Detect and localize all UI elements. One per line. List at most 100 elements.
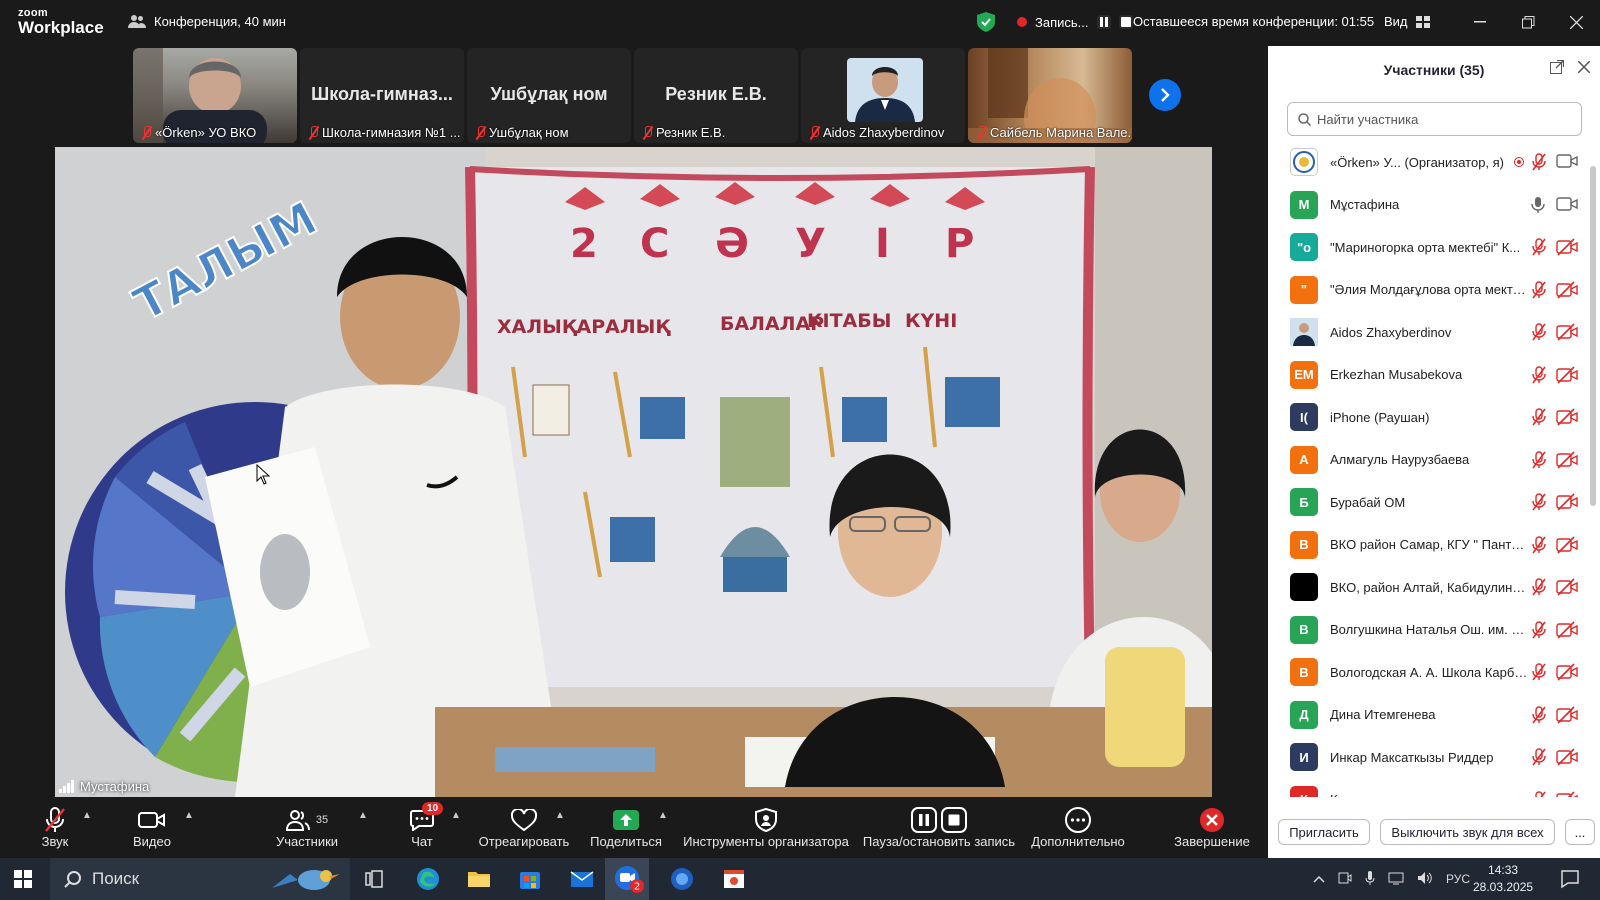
more-button[interactable]: Дополнительно — [1028, 800, 1128, 858]
pause-recording-button[interactable] — [1096, 15, 1111, 29]
camera-icon[interactable] — [1556, 153, 1578, 171]
audio-options-caret[interactable]: ▲ — [82, 810, 92, 821]
muted-mic-icon[interactable] — [1531, 366, 1547, 384]
microphone-tray-icon[interactable] — [1365, 870, 1375, 888]
task-view-button[interactable] — [360, 865, 388, 893]
meet-now-icon[interactable] — [1338, 871, 1352, 888]
show-hidden-icons-button[interactable] — [1313, 872, 1325, 886]
muted-mic-icon[interactable] — [1531, 706, 1547, 724]
participants-button[interactable]: 35 Участники — [274, 800, 340, 858]
thumbnail-orken[interactable]: «Örken» УО ВКО — [133, 48, 297, 143]
camera-off-icon[interactable] — [1556, 748, 1578, 766]
muted-mic-icon[interactable] — [1531, 408, 1547, 426]
muted-mic-icon[interactable] — [1531, 578, 1547, 596]
participant-row[interactable]: К Каракольская о.ш — [1268, 779, 1586, 797]
muted-mic-icon[interactable] — [1531, 323, 1547, 341]
taskbar-search[interactable]: Поиск — [50, 858, 350, 900]
thumbnail-aidos[interactable]: Aidos Zhaxyberdinov — [801, 48, 965, 143]
camera-off-icon[interactable] — [1556, 366, 1578, 384]
close-panel-button[interactable] — [1577, 58, 1591, 78]
muted-mic-icon[interactable] — [1531, 153, 1547, 171]
camera-off-icon[interactable] — [1556, 281, 1578, 299]
start-button[interactable] — [14, 870, 32, 893]
participant-row[interactable]: ВКО, район Алтай, Кабидулино... — [1268, 566, 1586, 609]
participant-row[interactable]: М Мұстафина — [1268, 184, 1586, 227]
participant-row[interactable]: Д Дина Итемгенева — [1268, 694, 1586, 737]
participant-row[interactable]: А Алмагуль Наурузбаева — [1268, 439, 1586, 482]
taskbar-clock[interactable]: 14:33 28.03.2025 — [1473, 862, 1533, 896]
audio-button[interactable]: Звук — [30, 800, 80, 858]
camera-icon[interactable] — [1556, 196, 1578, 214]
participant-row[interactable]: "о "Мариногорка орта мектебі" К... — [1268, 226, 1586, 269]
participant-row[interactable]: I(iPhone (Раушан) — [1268, 396, 1586, 439]
camera-off-icon[interactable] — [1556, 323, 1578, 341]
close-window-button[interactable] — [1552, 0, 1600, 44]
muted-mic-icon[interactable] — [1531, 238, 1547, 256]
minimize-button[interactable] — [1456, 0, 1504, 44]
camera-off-icon[interactable] — [1556, 578, 1578, 596]
participant-row[interactable]: Aidos Zhaxyberdinov — [1268, 311, 1586, 354]
mic-icon[interactable] — [1531, 196, 1547, 214]
browser-app[interactable] — [668, 865, 696, 893]
react-options-caret[interactable]: ▲ — [555, 810, 565, 821]
network-tray-icon[interactable] — [1388, 871, 1404, 888]
react-button[interactable]: Отреагировать — [474, 800, 574, 858]
store-app[interactable] — [516, 865, 544, 893]
file-explorer-app[interactable] — [465, 865, 493, 893]
camera-off-icon[interactable] — [1556, 706, 1578, 724]
participant-row[interactable]: В Волгушкина Наталья Ош. им. С... — [1268, 609, 1586, 652]
camera-off-icon[interactable] — [1556, 536, 1578, 554]
presentation-app[interactable] — [720, 865, 748, 893]
participant-row[interactable]: EM Erkezhan Musabekova — [1268, 354, 1586, 397]
popout-button[interactable] — [1550, 59, 1565, 77]
participant-row[interactable]: «Örken» У... (Организатор, я) — [1268, 141, 1586, 184]
participant-row[interactable]: В ВКО район Самар, КГУ " Пантел... — [1268, 524, 1586, 567]
invite-button[interactable]: Пригласить — [1278, 819, 1370, 845]
muted-mic-icon[interactable] — [1531, 281, 1547, 299]
participant-search-input[interactable]: Найти участника — [1287, 102, 1582, 136]
stop-recording-button[interactable] — [1118, 15, 1133, 29]
participant-row[interactable]: В Вологодская А. А. Школа Карбы... — [1268, 651, 1586, 694]
next-page-button[interactable] — [1149, 79, 1181, 111]
muted-mic-icon[interactable] — [1531, 451, 1547, 469]
pause-stop-recording-button[interactable]: Пауза/остановить запись — [863, 800, 1015, 858]
mute-all-button[interactable]: Выключить звук для всех — [1380, 819, 1555, 845]
restore-button[interactable] — [1504, 0, 1552, 44]
muted-mic-icon[interactable] — [1531, 493, 1547, 511]
camera-off-icon[interactable] — [1556, 663, 1578, 681]
video-button[interactable]: Видео — [126, 800, 178, 858]
video-options-caret[interactable]: ▲ — [184, 810, 194, 821]
muted-mic-icon[interactable] — [1531, 621, 1547, 639]
camera-off-icon[interactable] — [1556, 408, 1578, 426]
notifications-button[interactable] — [1560, 869, 1580, 894]
participants-options-caret[interactable]: ▲ — [358, 810, 368, 821]
chat-button[interactable]: Чат 10 — [400, 800, 444, 858]
participant-list-scrollbar[interactable] — [1590, 166, 1596, 506]
share-options-caret[interactable]: ▲ — [658, 810, 668, 821]
zoom-taskbar-app[interactable]: 2 — [605, 858, 649, 900]
muted-mic-icon[interactable] — [1531, 791, 1547, 797]
end-meeting-button[interactable]: Завершение — [1172, 800, 1252, 858]
camera-off-icon[interactable] — [1556, 621, 1578, 639]
chat-options-caret[interactable]: ▲ — [451, 810, 461, 821]
muted-mic-icon[interactable] — [1531, 536, 1547, 554]
muted-mic-icon[interactable] — [1531, 748, 1547, 766]
thumbnail-ushbulak[interactable]: Ушбұлақ ном Ушбұлақ ном — [467, 48, 631, 143]
participant-row[interactable]: Б Бурабай ОМ — [1268, 481, 1586, 524]
thumbnail-school-gymnasium[interactable]: Школа-гимназ... Школа-гимназия №1 ... — [300, 48, 464, 143]
host-tools-button[interactable]: Инструменты организатора — [683, 800, 849, 858]
camera-off-icon[interactable] — [1556, 238, 1578, 256]
muted-mic-icon[interactable] — [1531, 663, 1547, 681]
share-screen-button[interactable]: Поделиться — [586, 800, 666, 858]
more-options-button[interactable]: ... — [1565, 819, 1595, 845]
thumbnail-reznik[interactable]: Резник Е.В. Резник Е.В. — [634, 48, 798, 143]
participant-row[interactable]: " "Әлия Молдағұлова орта мекте... — [1268, 269, 1586, 312]
participant-row[interactable]: И Инкар Максаткызы Риддер — [1268, 736, 1586, 779]
view-button[interactable]: Вид — [1384, 14, 1430, 29]
thumbnail-saibel[interactable]: Сайбель Марина Вале... — [968, 48, 1132, 143]
camera-off-icon[interactable] — [1556, 791, 1578, 797]
edge-app[interactable] — [414, 865, 442, 893]
camera-off-icon[interactable] — [1556, 493, 1578, 511]
mail-app[interactable] — [568, 865, 596, 893]
meeting-info[interactable]: Конференция, 40 мин — [128, 13, 286, 29]
